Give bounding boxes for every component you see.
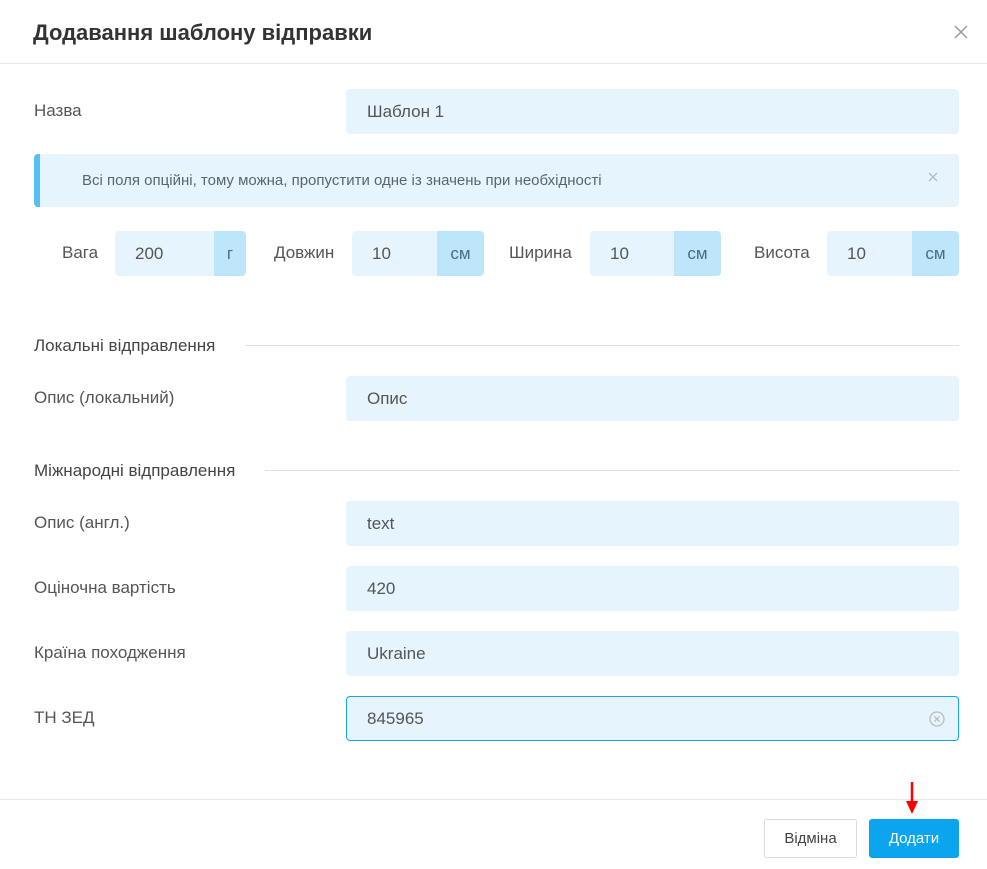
name-value: Шаблон 1	[367, 101, 445, 121]
local-description-field[interactable]: Опис	[346, 376, 959, 421]
dialog-header: Додавання шаблону відправки	[0, 0, 987, 64]
width-value: 10	[610, 243, 629, 263]
height-label: Висота	[754, 243, 810, 262]
weight-label: Вага	[62, 243, 99, 262]
dialog-title: Додавання шаблону відправки	[33, 20, 373, 45]
country-label: Країна походження	[34, 643, 186, 662]
height-value: 10	[847, 243, 866, 263]
width-label: Ширина	[509, 243, 572, 262]
height-input[interactable]: 10	[827, 231, 912, 276]
intl-description-value: text	[367, 513, 395, 533]
international-section-divider	[265, 470, 959, 471]
intl-description-label: Опис (англ.)	[34, 513, 130, 532]
local-section-title: Локальні відправлення	[34, 336, 216, 355]
weight-value: 200	[135, 243, 164, 263]
width-unit: см	[674, 231, 721, 276]
width-input[interactable]: 10	[590, 231, 674, 276]
estimated-value-field[interactable]: 420	[346, 566, 959, 611]
country-field[interactable]: Ukraine	[346, 631, 959, 676]
cancel-button[interactable]: Відміна	[764, 819, 857, 858]
hs-code-value: 845965	[367, 708, 424, 728]
estimated-value-value: 420	[367, 578, 396, 598]
info-alert: Всі поля опційні, тому можна, пропустити…	[34, 154, 959, 207]
local-description-label: Опис (локальний)	[34, 388, 175, 407]
length-unit: см	[437, 231, 484, 276]
country-value: Ukraine	[367, 643, 426, 663]
footer-divider	[0, 799, 987, 800]
alert-close-icon[interactable]	[927, 171, 939, 183]
international-section-title: Міжнародні відправлення	[34, 461, 236, 480]
add-button[interactable]: Додати	[869, 819, 959, 858]
length-value: 10	[372, 243, 391, 263]
info-alert-text: Всі поля опційні, тому можна, пропустити…	[82, 172, 602, 189]
length-input[interactable]: 10	[352, 231, 437, 276]
length-label: Довжин	[274, 243, 335, 262]
height-unit: см	[912, 231, 959, 276]
intl-description-field[interactable]: text	[346, 501, 959, 546]
clear-input-icon[interactable]	[928, 710, 946, 728]
arrow-down-icon	[906, 782, 918, 814]
name-field[interactable]: Шаблон 1	[346, 89, 959, 134]
name-label: Назва	[34, 101, 82, 120]
local-description-value: Опис	[367, 388, 408, 408]
hs-code-label: ТН ЗЕД	[34, 708, 95, 727]
hs-code-field[interactable]: 845965	[346, 696, 959, 741]
close-icon[interactable]	[953, 24, 969, 40]
estimated-value-label: Оціночна вартість	[34, 578, 176, 597]
weight-unit: г	[214, 231, 246, 276]
weight-input[interactable]: 200	[115, 231, 214, 276]
local-section-divider	[245, 345, 959, 346]
